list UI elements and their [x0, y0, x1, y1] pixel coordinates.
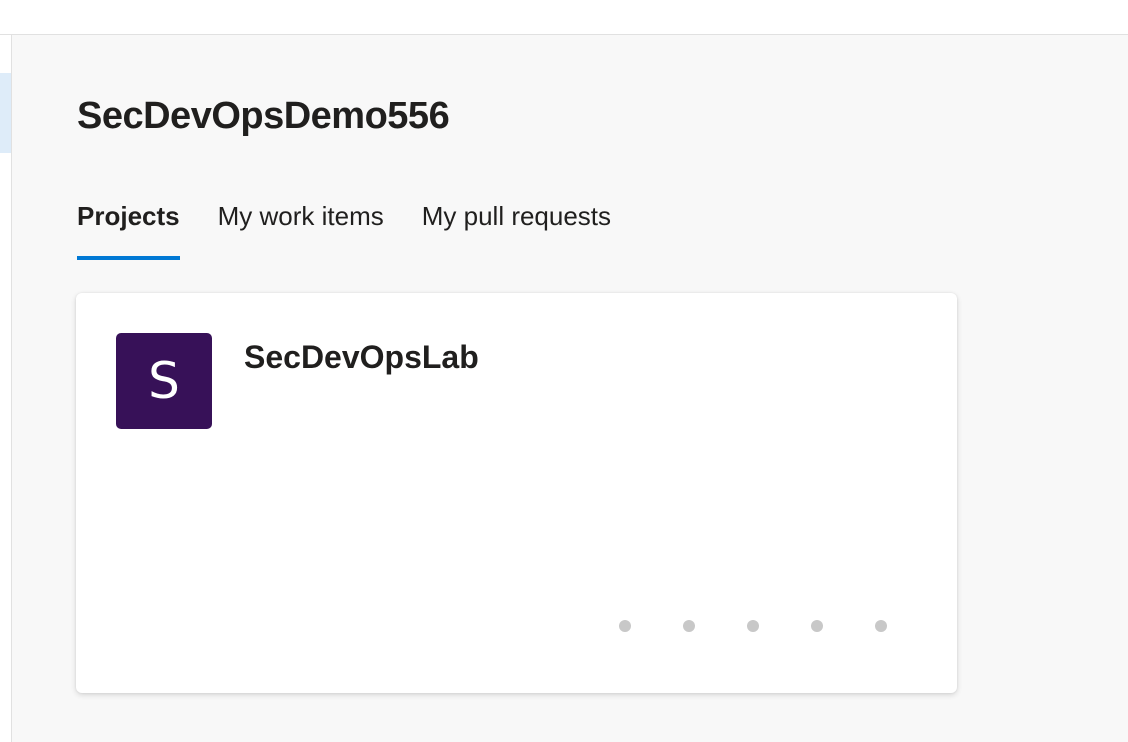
project-card[interactable]: S SecDevOpsLab [76, 293, 957, 693]
left-rail-selected-item[interactable] [0, 73, 11, 153]
organization-title: SecDevOpsDemo556 [77, 95, 450, 137]
organization-tabs: Projects My work items My pull requests [77, 196, 649, 262]
loading-dot-icon [619, 620, 631, 632]
tab-projects[interactable]: Projects [77, 196, 180, 262]
tab-my-work-items[interactable]: My work items [218, 196, 384, 262]
loading-dot-icon [683, 620, 695, 632]
loading-dot-icon [747, 620, 759, 632]
top-header-bar [0, 0, 1128, 35]
project-name-link[interactable]: SecDevOpsLab [244, 337, 479, 377]
loading-dot-icon [875, 620, 887, 632]
loading-dot-icon [811, 620, 823, 632]
project-avatar: S [116, 333, 212, 429]
project-stats-loading [619, 620, 939, 632]
tab-my-pull-requests[interactable]: My pull requests [422, 196, 611, 262]
